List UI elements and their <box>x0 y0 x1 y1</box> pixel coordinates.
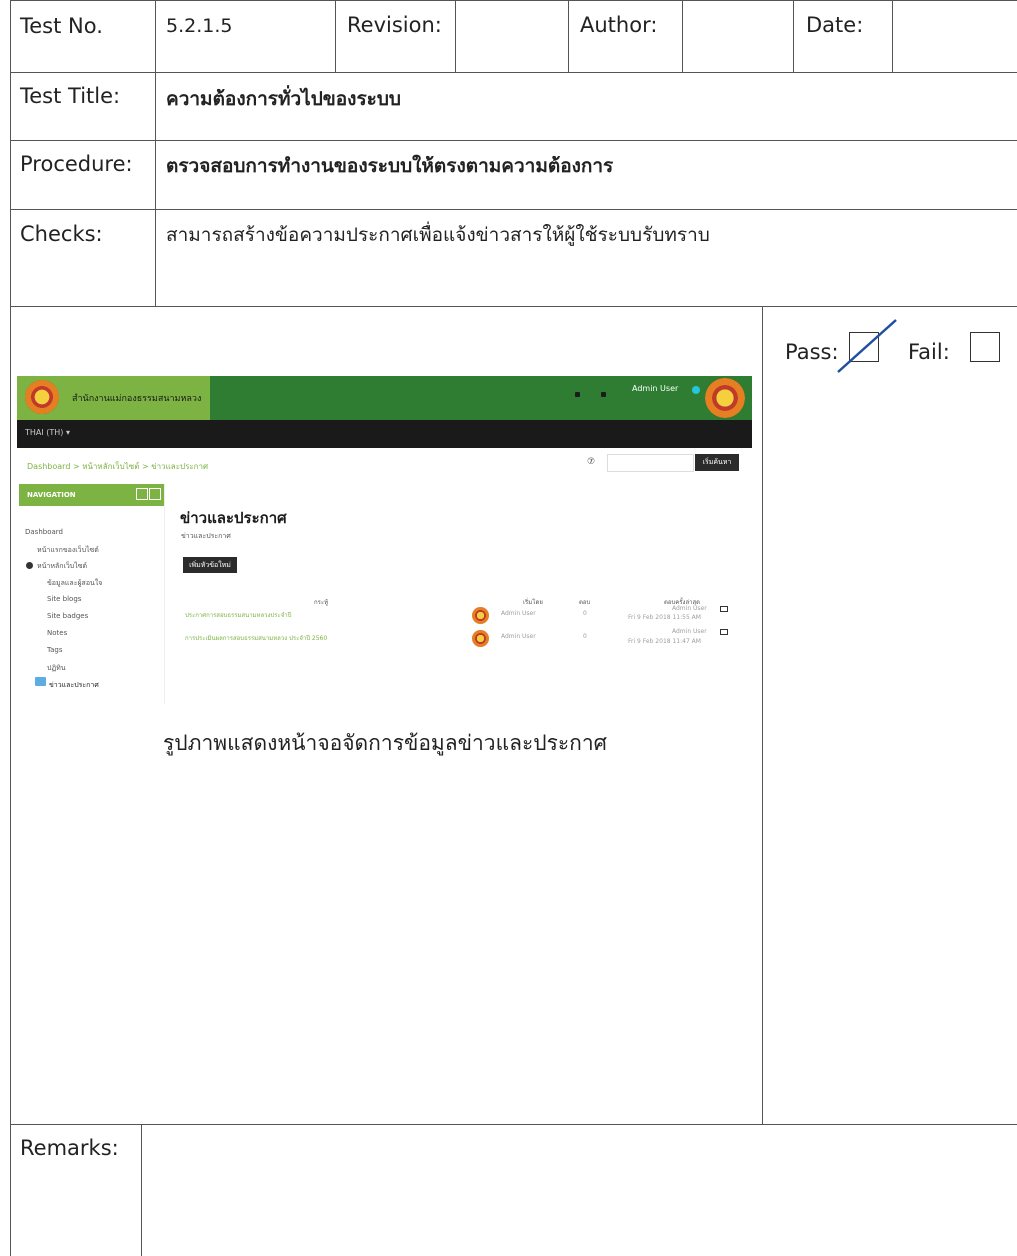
author-label: Author: <box>580 13 658 37</box>
row-divider-2 <box>10 140 1017 141</box>
procedure-label: Procedure: <box>20 152 133 176</box>
row-divider-5 <box>10 1124 1017 1125</box>
pass-label: Pass: <box>785 340 839 364</box>
header-divider-1 <box>335 0 336 72</box>
nav-item-news[interactable]: ข่าวและประกาศ <box>49 680 99 691</box>
test-no-value: 5.2.1.5 <box>166 15 233 37</box>
admin-user-name[interactable]: Admin User <box>632 384 678 393</box>
nav-item-site-blogs[interactable]: Site blogs <box>47 595 81 603</box>
table-row-last-user[interactable]: Admin User <box>672 605 707 612</box>
embedded-screenshot: สำนักงานแม่กองธรรมสนามหลวง Admin User TH… <box>17 376 752 704</box>
site-logo-icon <box>25 380 59 414</box>
expanded-icon <box>26 562 33 569</box>
nav-collapse-icon[interactable] <box>136 488 148 500</box>
row-divider-1 <box>10 72 1017 73</box>
test-title-value: ความต้องการทั่วไปของระบบ <box>166 88 401 110</box>
message-icon[interactable] <box>601 392 606 397</box>
language-menu[interactable]: THAI (TH) ▾ <box>25 428 70 437</box>
header-divider-5 <box>793 0 794 72</box>
table-top-border <box>10 0 1017 1</box>
nav-item-tags[interactable]: Tags <box>47 646 63 654</box>
remarks-label: Remarks: <box>20 1136 119 1160</box>
header-divider-3 <box>568 0 569 72</box>
nav-item-calendar[interactable]: ปฏิทิน <box>47 663 66 674</box>
table-row-replies[interactable]: 0 <box>583 610 587 617</box>
nav-item-notes[interactable]: Notes <box>47 629 67 637</box>
figure-caption: รูปภาพแสดงหน้าจอจัดการข้อมูลข่าวและประกา… <box>163 731 607 755</box>
nav-item-site-badges[interactable]: Site badges <box>47 612 88 620</box>
help-icon[interactable]: ⑦ <box>587 457 595 467</box>
site-name: สำนักงานแม่กองธรรมสนามหลวง <box>72 394 202 404</box>
header-divider-4 <box>682 0 683 72</box>
checks-value: สามารถสร้างข้อความประกาศเพื่อแจ้งข่าวสาร… <box>166 224 710 246</box>
table-row-started-by[interactable]: Admin User <box>501 633 536 640</box>
table-row-last-date: Fri 9 Feb 2018 11:55 AM <box>628 614 701 621</box>
nav-item-dashboard[interactable]: Dashboard <box>25 528 63 536</box>
user-avatar[interactable] <box>705 378 745 418</box>
online-status-icon <box>692 386 700 394</box>
nav-item-site-pages[interactable]: หน้าหลักเว็บไซต์ <box>37 561 87 572</box>
procedure-value: ตรวจสอบการทำงานของระบบให้ตรงตามความต้องก… <box>166 155 614 177</box>
test-title-label: Test Title: <box>20 84 121 108</box>
remarks-divider <box>141 1124 142 1256</box>
table-row-last-date: Fri 9 Feb 2018 11:47 AM <box>628 638 701 645</box>
table-row-topic[interactable]: การประเมินผลการสอบธรรมสนามหลวง ประจำปี 2… <box>185 633 327 643</box>
avatar <box>472 607 489 624</box>
header-divider-2 <box>455 0 456 72</box>
column-header-started-by[interactable]: เริ่มโดย <box>523 597 543 607</box>
column-header-topic[interactable]: กระทู้ <box>314 597 328 607</box>
checks-label: Checks: <box>20 222 103 246</box>
label-column-divider <box>155 0 156 306</box>
table-row-last-user[interactable]: Admin User <box>672 628 707 635</box>
page-title: ข่าวและประกาศ <box>180 509 287 527</box>
pass-check-mark-icon <box>837 319 897 373</box>
fail-checkbox[interactable] <box>970 332 1000 362</box>
table-row-topic[interactable]: ประกาศการสอบธรรมสนามหลวงประจำปี <box>185 610 291 620</box>
test-no-label: Test No. <box>20 14 103 38</box>
nav-item-site-home[interactable]: หน้าแรกของเว็บไซต์ <box>37 545 99 556</box>
result-column-divider <box>762 306 763 1124</box>
notification-icon[interactable] <box>575 392 580 397</box>
nav-dock-icon[interactable] <box>149 488 161 500</box>
mail-icon[interactable] <box>720 629 728 635</box>
revision-label: Revision: <box>347 13 442 37</box>
mail-icon[interactable] <box>720 606 728 612</box>
fail-label: Fail: <box>908 340 950 364</box>
row-divider-4 <box>10 306 1017 307</box>
table-row-replies[interactable]: 0 <box>583 633 587 640</box>
table-left-border <box>10 0 11 1256</box>
breadcrumb[interactable]: Dashboard > หน้าหลักเว็บไซต์ > ข่าวและปร… <box>27 460 208 473</box>
search-input[interactable] <box>607 454 694 472</box>
add-topic-button[interactable]: เพิ่มหัวข้อใหม่ <box>183 557 237 573</box>
menu-bar <box>17 420 752 448</box>
forum-icon <box>35 677 46 686</box>
table-row-started-by[interactable]: Admin User <box>501 610 536 617</box>
nav-item-participants[interactable]: ข้อมูลและผู้สอนใจ <box>47 578 102 589</box>
search-button[interactable]: เริ่มค้นหา <box>695 454 739 471</box>
avatar <box>472 630 489 647</box>
column-header-replies[interactable]: ตอบ <box>579 597 590 607</box>
navigation-block: NAVIGATION Dashboard หน้าแรกของเว็บไซต์ … <box>19 484 165 704</box>
page-subtitle: ข่าวและประกาศ <box>181 532 231 540</box>
date-label: Date: <box>806 13 864 37</box>
row-divider-3 <box>10 209 1017 210</box>
header-divider-6 <box>892 0 893 72</box>
